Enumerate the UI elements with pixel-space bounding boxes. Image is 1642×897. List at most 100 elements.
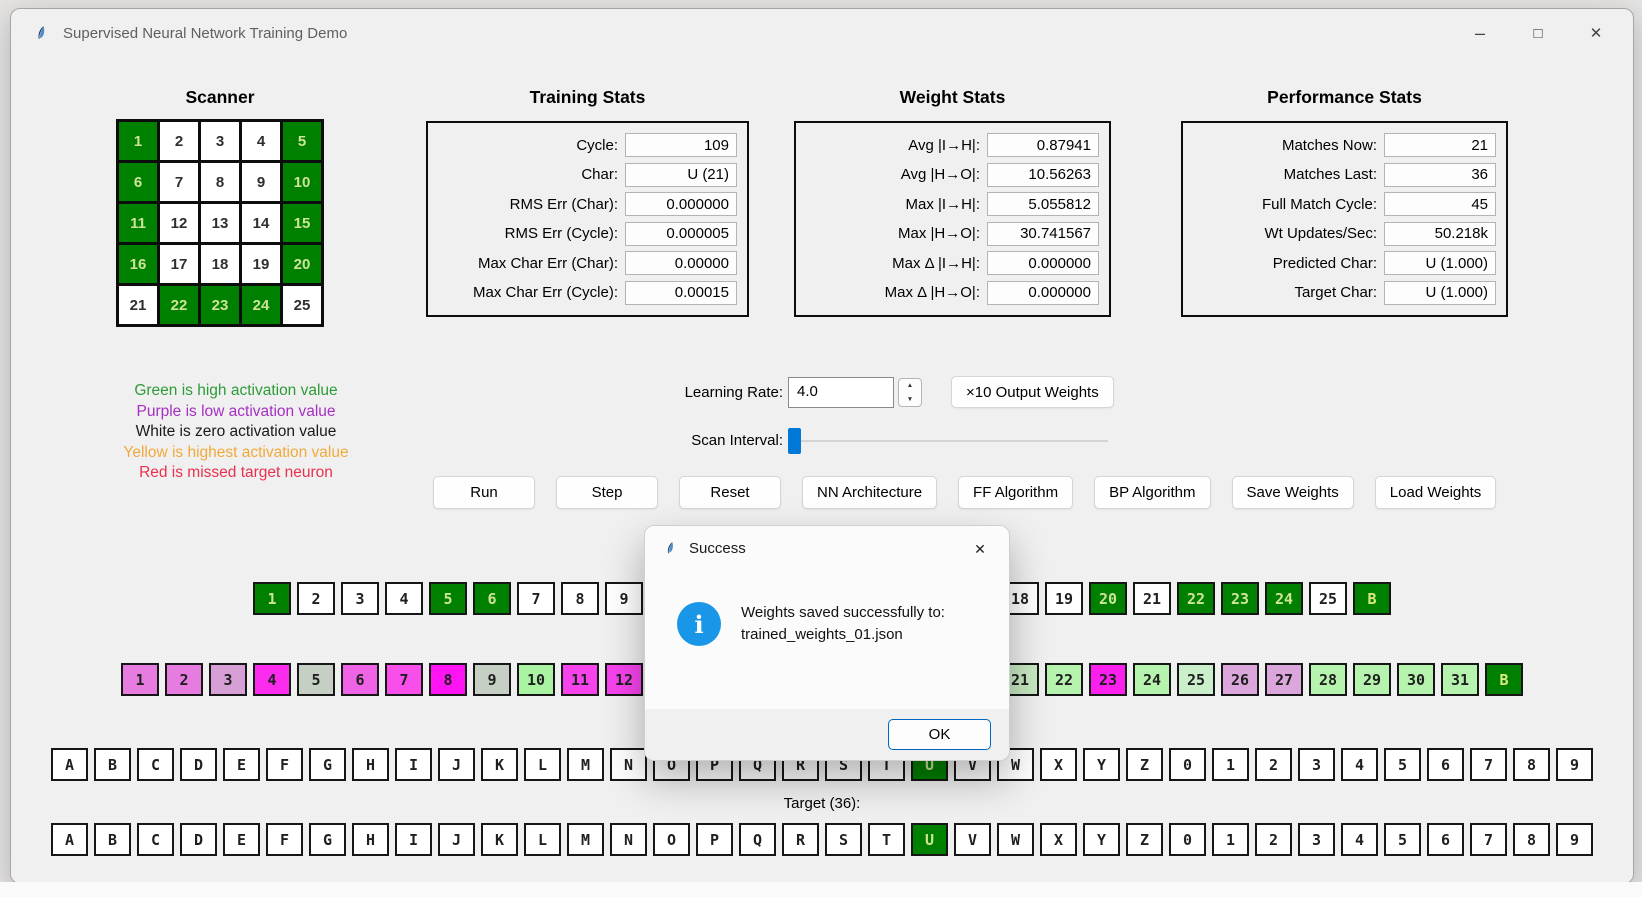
target-cell-3: 3	[1298, 823, 1335, 856]
legend-line: Red is missed target neuron	[139, 464, 333, 481]
output-cell-3: 3	[1298, 748, 1335, 781]
target-cell-e: E	[223, 823, 260, 856]
output-cell-m: M	[567, 748, 604, 781]
ff-algorithm-button[interactable]: FF Algorithm	[958, 476, 1074, 509]
target-cell-7: 7	[1470, 823, 1507, 856]
x10-output-weights-button[interactable]: ×10 Output Weights	[951, 376, 1114, 408]
stat-row: Max Δ |H→O|: 0.000000	[806, 280, 1099, 306]
stat-value: 0.00015	[625, 280, 737, 305]
target-cell-p: P	[696, 823, 733, 856]
maximize-button[interactable]: □	[1509, 9, 1567, 57]
hidden-cell-10: 10	[517, 663, 555, 696]
stat-label: Max Char Err (Cycle):	[472, 284, 618, 302]
stat-label: Matches Now:	[1281, 136, 1377, 154]
hidden-cell-8: 8	[429, 663, 467, 696]
scan-interval-label: Scan Interval:	[691, 432, 783, 449]
window-title: Supervised Neural Network Training Demo	[63, 24, 348, 42]
input-cell-3: 3	[341, 582, 379, 615]
stat-label: Max Char Err (Char):	[477, 254, 618, 272]
output-cell-6: 6	[1427, 748, 1464, 781]
run-button[interactable]: Run	[433, 476, 535, 509]
scanner-cell-8: 8	[201, 163, 239, 201]
stat-row: Wt Updates/Sec: 50.218k	[1193, 221, 1496, 247]
step-button[interactable]: Step	[556, 476, 658, 509]
stat-row: RMS Err (Char): 0.000000	[438, 191, 737, 217]
scanner-cell-6: 6	[119, 163, 157, 201]
stat-row: Avg |I→H|: 0.87941	[806, 132, 1099, 158]
hidden-cell-5: 5	[297, 663, 335, 696]
stat-value: 109	[625, 133, 737, 157]
close-button[interactable]: ✕	[1567, 9, 1625, 57]
output-cell-e: E	[223, 748, 260, 781]
reset-button[interactable]: Reset	[679, 476, 781, 509]
input-cell-7: 7	[517, 582, 555, 615]
scanner-cell-2: 2	[160, 122, 198, 160]
input-cell-6: 6	[473, 582, 511, 615]
spin-down-icon[interactable]: ▼	[899, 393, 921, 407]
bp-algorithm-button[interactable]: BP Algorithm	[1094, 476, 1211, 509]
output-cell-a: A	[51, 748, 88, 781]
target-cell-c: C	[137, 823, 174, 856]
hidden-cell-12: 12	[605, 663, 643, 696]
target-cell-x: X	[1040, 823, 1077, 856]
target-cell-9: 9	[1556, 823, 1593, 856]
slider-handle[interactable]	[788, 428, 801, 454]
stat-row: Char: U (21)	[438, 162, 737, 188]
scanner-cell-23: 23	[201, 286, 239, 324]
target-cell-k: K	[481, 823, 518, 856]
target-cell-5: 5	[1384, 823, 1421, 856]
window-controls: – □ ✕	[1451, 9, 1625, 57]
target-cell-v: V	[954, 823, 991, 856]
scanner-cell-11: 11	[119, 204, 157, 242]
scan-interval-slider[interactable]	[788, 428, 1108, 454]
scanner-cell-1: 1	[119, 122, 157, 160]
stat-label: Avg |H→O|:	[900, 166, 980, 184]
output-cell-8: 8	[1513, 748, 1550, 781]
learning-rate-input[interactable]: 4.0	[788, 377, 894, 408]
target-cell-y: Y	[1083, 823, 1120, 856]
minimize-button[interactable]: –	[1451, 9, 1509, 57]
stat-label: Max |H→O|:	[898, 225, 980, 243]
stat-value: 10.56263	[987, 162, 1099, 187]
scanner-cell-20: 20	[283, 245, 321, 283]
scanner-cell-12: 12	[160, 204, 198, 242]
input-cell-24: 24	[1265, 582, 1303, 615]
stat-row: Max Δ |I→H|: 0.000000	[806, 250, 1099, 276]
stat-row: Max |I→H|: 5.055812	[806, 191, 1099, 217]
stat-value: U (1.000)	[1384, 280, 1496, 305]
titlebar: Supervised Neural Network Training Demo …	[11, 9, 1633, 57]
hidden-cell-26: 26	[1221, 663, 1259, 696]
output-cell-4: 4	[1341, 748, 1378, 781]
input-cell-4: 4	[385, 582, 423, 615]
load-weights-button[interactable]: Load Weights	[1374, 476, 1497, 509]
hidden-cell-b: B	[1485, 663, 1523, 696]
input-cell-9: 9	[605, 582, 643, 615]
target-cell-f: F	[266, 823, 303, 856]
dialog-body: i Weights saved successfully to: trained…	[677, 602, 995, 646]
target-cell-s: S	[825, 823, 862, 856]
output-cell-f: F	[266, 748, 303, 781]
ok-button[interactable]: OK	[888, 719, 991, 750]
output-cell-g: G	[309, 748, 346, 781]
save-weights-button[interactable]: Save Weights	[1231, 476, 1354, 509]
scanner-cell-22: 22	[160, 286, 198, 324]
spin-up-icon[interactable]: ▲	[899, 379, 921, 393]
hidden-cell-27: 27	[1265, 663, 1303, 696]
target-cell-6: 6	[1427, 823, 1464, 856]
scanner-cell-14: 14	[242, 204, 280, 242]
stat-row: Max |H→O|: 30.741567	[806, 221, 1099, 247]
scanner-cell-4: 4	[242, 122, 280, 160]
target-cell-n: N	[610, 823, 647, 856]
stat-value: 0.87941	[987, 133, 1099, 157]
output-cell-k: K	[481, 748, 518, 781]
app-window: Supervised Neural Network Training Demo …	[10, 8, 1634, 884]
stat-value: U (1.000)	[1384, 251, 1496, 276]
dialog-close-icon[interactable]: ✕	[961, 534, 999, 564]
stat-value: 0.00000	[625, 251, 737, 276]
output-cell-h: H	[352, 748, 389, 781]
hidden-cell-7: 7	[385, 663, 423, 696]
nn-architecture-button[interactable]: NN Architecture	[802, 476, 938, 509]
stat-label: Wt Updates/Sec:	[1264, 225, 1377, 243]
stat-row: Full Match Cycle: 45	[1193, 191, 1496, 217]
scanner-grid: 1 2 3 4 5 6 7 8 9 10 11 12 13 14 15 16 17 18 19 20 21 22 23 24 2…	[116, 119, 324, 327]
